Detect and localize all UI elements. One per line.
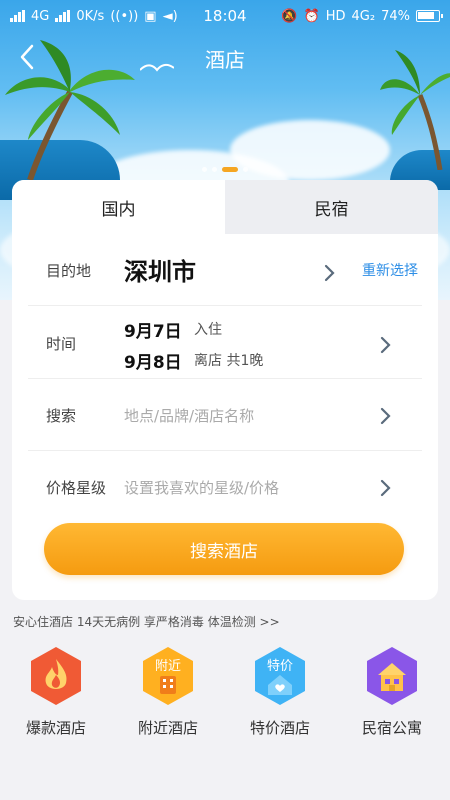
network-type-2: 4G₂ bbox=[351, 8, 376, 24]
tab-homestay[interactable]: 民宿 bbox=[225, 180, 438, 234]
chevron-right-icon[interactable] bbox=[380, 336, 394, 354]
price-label: 价格星级 bbox=[46, 479, 107, 497]
date-row[interactable]: 时间 9月7日 入住 9月8日 离店 共1晚 bbox=[28, 306, 422, 379]
signal-icon bbox=[10, 10, 25, 22]
price-star-row[interactable]: 价格星级 设置我喜欢的星级/价格 bbox=[28, 451, 422, 523]
destination-row[interactable]: 目的地 深圳市 重新选择 bbox=[28, 234, 422, 306]
chevron-right-icon[interactable] bbox=[324, 264, 338, 282]
chevron-right-icon[interactable] bbox=[380, 479, 394, 497]
booking-card: 国内 民宿 目的地 深圳市 重新选择 时间 9月7日 入住 9月8日 离店 共1… bbox=[12, 180, 438, 600]
battery-percent: 74% bbox=[381, 8, 410, 24]
keyword-row[interactable]: 搜索 地点/品牌/酒店名称 bbox=[28, 379, 422, 451]
carousel-dot-active[interactable] bbox=[222, 167, 238, 172]
carousel-dot[interactable] bbox=[202, 167, 207, 172]
signal-icon bbox=[55, 10, 71, 22]
reselect-link[interactable]: 重新选择 bbox=[362, 260, 418, 280]
checkin-label: 入住 bbox=[194, 322, 222, 338]
discount-icon: 特价 bbox=[255, 647, 305, 705]
hd-label: HD bbox=[325, 8, 346, 24]
top-nav: 酒店 bbox=[0, 38, 450, 78]
checkout-label: 离店 共1晚 bbox=[194, 353, 264, 369]
service-label: 附近酒店 bbox=[137, 719, 198, 737]
house-icon bbox=[367, 647, 417, 705]
search-label: 搜索 bbox=[46, 407, 77, 425]
network-speed: 0K/s bbox=[76, 8, 105, 24]
tab-bar: 国内 民宿 bbox=[12, 180, 438, 234]
carousel-indicator bbox=[0, 167, 450, 172]
back-arrow-icon bbox=[20, 44, 34, 70]
flame-icon bbox=[31, 647, 81, 705]
checkin-date: 9月7日 bbox=[124, 322, 182, 342]
battery-icon bbox=[416, 10, 443, 22]
price-input[interactable]: 设置我喜欢的星级/价格 bbox=[124, 477, 279, 498]
sim-icon: ▣ bbox=[144, 8, 157, 24]
service-label: 特价酒店 bbox=[249, 719, 310, 737]
volume-icon: ◄) bbox=[162, 8, 178, 24]
status-bar: 4G 0K/s ((•)) ▣ ◄) 18:04 🔕 ⏰ HD 4G₂ 74% bbox=[0, 0, 450, 32]
tab-domestic[interactable]: 国内 bbox=[12, 180, 225, 234]
destination-value[interactable]: 深圳市 bbox=[124, 252, 196, 287]
service-hot-deals[interactable]: 爆款酒店 bbox=[0, 645, 112, 745]
service-homestay[interactable]: 民宿公寓 bbox=[336, 645, 448, 745]
silent-icon: 🔕 bbox=[281, 8, 298, 24]
service-grid: 爆款酒店 附近 附近酒店 特价 特价酒店 民宿公寓 bbox=[0, 645, 450, 745]
nearby-icon: 附近 bbox=[143, 647, 193, 705]
service-discount[interactable]: 特价 特价酒店 bbox=[224, 645, 336, 745]
search-input[interactable]: 地点/品牌/酒店名称 bbox=[124, 405, 254, 426]
search-hotel-button[interactable]: 搜索酒店 bbox=[44, 523, 404, 575]
checkout-date: 9月8日 bbox=[124, 353, 182, 373]
service-label: 爆款酒店 bbox=[25, 719, 86, 737]
back-button[interactable] bbox=[12, 42, 42, 72]
safety-notice-link[interactable]: 安心住酒店 14天无病例 享严格消毒 体温检测 >> bbox=[13, 613, 280, 630]
page-title: 酒店 bbox=[205, 47, 245, 72]
time-label: 时间 bbox=[46, 335, 77, 353]
carousel-dot[interactable] bbox=[212, 167, 217, 172]
nearby-badge: 附近 bbox=[155, 659, 181, 674]
discount-badge: 特价 bbox=[267, 659, 293, 674]
wifi-icon: ((•)) bbox=[110, 8, 139, 24]
chevron-right-icon[interactable] bbox=[380, 407, 394, 425]
carousel-dot[interactable] bbox=[243, 167, 248, 172]
service-nearby[interactable]: 附近 附近酒店 bbox=[112, 645, 224, 745]
network-type: 4G bbox=[31, 8, 50, 24]
service-label: 民宿公寓 bbox=[361, 719, 422, 737]
destination-label: 目的地 bbox=[46, 262, 92, 280]
alarm-icon: ⏰ bbox=[303, 8, 320, 24]
